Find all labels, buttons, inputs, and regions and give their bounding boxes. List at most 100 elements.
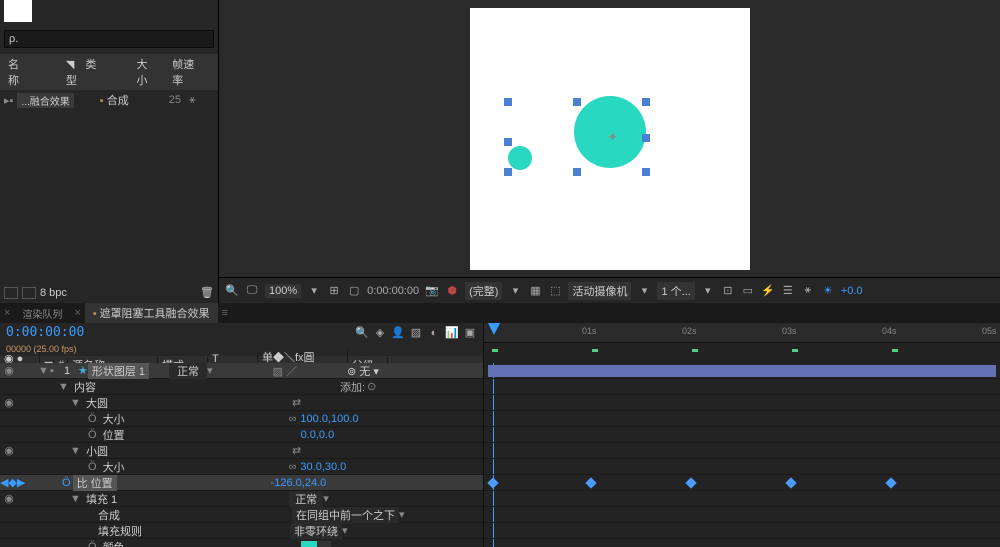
stopwatch-icon[interactable]: Ö — [62, 477, 71, 489]
views-dropdown[interactable]: 1 个... — [657, 282, 694, 300]
property-row[interactable]: 填充规则 非零环绕▾ — [0, 523, 483, 539]
chevron-down-icon[interactable]: ▾ — [637, 284, 651, 298]
exposure-value[interactable]: +0.0 — [841, 285, 863, 297]
selection-handle[interactable] — [642, 134, 650, 142]
layer-row[interactable]: ◉ ▼ ▪ 1 ★ 形状图层 1 正常▾ ▨ ／ ⊚ 无 ▾ — [0, 363, 483, 379]
keyframe[interactable] — [685, 477, 696, 488]
prop-value[interactable]: 0.0,0.0 — [301, 429, 335, 441]
property-row[interactable]: 合成 在同组中前一个之下▾ — [0, 507, 483, 523]
layer-list: ◉ ▼ ▪ 1 ★ 形状图层 1 正常▾ ▨ ／ ⊚ 无 ▾ ▼ 内容 添加: … — [0, 363, 484, 547]
keyframe[interactable] — [885, 477, 896, 488]
selection-handle[interactable] — [504, 168, 512, 176]
prop-value[interactable]: 100.0,100.0 — [300, 413, 358, 425]
close-tab-icon[interactable]: × — [74, 307, 80, 319]
panel-menu-icon[interactable]: ≡ — [222, 307, 228, 319]
composition-canvas[interactable]: ✦ — [470, 8, 750, 270]
keyframe[interactable] — [487, 477, 498, 488]
project-search-input[interactable]: ρ. — [4, 30, 214, 48]
color-swatch[interactable] — [301, 541, 317, 547]
selection-handle[interactable] — [642, 98, 650, 106]
timeline-tracks[interactable] — [484, 363, 1000, 547]
col-size[interactable]: 大小 — [136, 56, 156, 88]
property-row[interactable]: ◉▼ 大圆 ⇄ — [0, 395, 483, 411]
tab-composition[interactable]: ▪ 遮罩阻塞工具融合效果 — [85, 303, 218, 323]
layer-name[interactable]: 形状图层 1 — [88, 363, 149, 379]
property-row[interactable]: ▼ 内容 添加: ⊙ — [0, 379, 483, 395]
shy-icon[interactable]: 👤 — [391, 326, 405, 340]
stopwatch-icon[interactable]: Ö — [88, 461, 97, 473]
new-comp-icon[interactable] — [4, 287, 18, 299]
expand-toggle[interactable]: ▼ — [38, 365, 50, 377]
preview-time[interactable]: 0:00:00:00 — [367, 285, 419, 297]
camera-dropdown[interactable]: 活动摄像机 — [568, 282, 631, 300]
pixel-aspect-icon[interactable]: ▭ — [741, 284, 755, 298]
search-icon[interactable]: 🔍 — [355, 326, 369, 340]
property-row[interactable]: ◉▼ 填充 1 正常▾ — [0, 491, 483, 507]
viewer[interactable]: ✦ — [219, 0, 1000, 277]
stopwatch-icon[interactable]: Ö — [88, 541, 97, 547]
stopwatch-icon[interactable]: Ö — [88, 429, 97, 441]
property-row[interactable]: Ö 位置 0.0,0.0 — [0, 427, 483, 443]
property-row[interactable]: ◉▼ 小圆 ⇄ — [0, 443, 483, 459]
selection-handle[interactable] — [573, 98, 581, 106]
zoom-dropdown[interactable]: 100% — [265, 284, 301, 298]
small-circle-shape[interactable] — [508, 146, 532, 170]
monitor-icon[interactable]: 🖵 — [245, 284, 259, 298]
new-folder-icon[interactable] — [22, 287, 36, 299]
grid-icon[interactable]: ⊞ — [327, 284, 341, 298]
add-menu-icon[interactable]: ⊙ — [367, 380, 376, 393]
flowchart-icon[interactable]: ⚹ — [801, 284, 815, 298]
draft3d-icon[interactable]: ▣ — [463, 326, 477, 340]
graph-icon[interactable]: 📊 — [445, 326, 459, 340]
property-row[interactable]: ◀◆▶ Ö 比 位置 -126.0,24.0 — [0, 475, 483, 491]
comp-thumbnail[interactable] — [4, 0, 32, 22]
work-area[interactable] — [484, 343, 1000, 363]
keyframe[interactable] — [785, 477, 796, 488]
current-time[interactable]: 0:00:00:00 — [6, 325, 84, 340]
mask-icon[interactable]: ▢ — [347, 284, 361, 298]
view-icon[interactable]: ⊡ — [721, 284, 735, 298]
exposure-icon[interactable]: ☀ — [821, 284, 835, 298]
keyframe-nav[interactable]: ◀◆▶ — [0, 476, 6, 489]
property-row[interactable]: Ö 大小 ∞ 30.0,30.0 — [0, 459, 483, 475]
trash-icon[interactable]: 🗑 — [200, 286, 214, 299]
col-name[interactable]: 名称 — [8, 56, 28, 88]
eyedropper-icon[interactable]: → — [317, 541, 331, 547]
dropdown[interactable]: 在同组中前一个之下 — [292, 507, 399, 523]
visibility-toggle[interactable]: ◉ — [0, 364, 18, 377]
selection-handle[interactable] — [642, 168, 650, 176]
color-mgmt-icon[interactable]: ⬢ — [445, 284, 459, 298]
selection-handle[interactable] — [504, 98, 512, 106]
prop-value[interactable]: -126.0,24.0 — [271, 477, 327, 489]
quality-dropdown[interactable]: (完整) — [465, 282, 502, 300]
flowchart-icon[interactable]: ⚹ — [189, 94, 196, 107]
project-item-row[interactable]: ▸▪ ...融合效果 ▪ 合成 25 ⚹ — [0, 90, 218, 110]
playhead[interactable] — [488, 323, 500, 335]
property-row[interactable]: Ö 大小 ∞ 100.0,100.0 — [0, 411, 483, 427]
snapshot-icon[interactable]: 📷 — [425, 284, 439, 298]
stopwatch-icon[interactable]: Ö — [88, 413, 97, 425]
dropdown[interactable]: 非零环绕 — [290, 523, 342, 539]
chevron-down-icon[interactable]: ▾ — [508, 284, 522, 298]
fast-preview-icon[interactable]: ⚡ — [761, 284, 775, 298]
magnify-icon[interactable]: 🔍 — [225, 284, 239, 298]
tab-render-queue[interactable]: 渲染队列 — [14, 304, 70, 323]
bpc-toggle[interactable]: 8 bpc — [40, 287, 67, 299]
keyframe[interactable] — [585, 477, 596, 488]
timeline-icon[interactable]: ☰ — [781, 284, 795, 298]
property-row[interactable]: Ö 颜色 → — [0, 539, 483, 547]
selection-handle[interactable] — [504, 138, 512, 146]
time-ruler[interactable]: 01s 02s 03s 04s 05s — [484, 323, 1000, 343]
frame-blend-icon[interactable]: ▨ — [409, 326, 423, 340]
col-fps[interactable]: 帧速率 — [172, 56, 202, 88]
comp-mini-icon[interactable]: ◈ — [373, 326, 387, 340]
selection-handle[interactable] — [573, 168, 581, 176]
alpha-icon[interactable]: ⬚ — [548, 284, 562, 298]
chevron-down-icon[interactable]: ▾ — [701, 284, 715, 298]
layer-bar[interactable] — [488, 365, 996, 377]
prop-value[interactable]: 30.0,30.0 — [300, 461, 346, 473]
chevron-down-icon[interactable]: ▾ — [307, 284, 321, 298]
close-tab-icon[interactable]: × — [4, 307, 10, 319]
roi-icon[interactable]: ▦ — [528, 284, 542, 298]
motion-blur-icon[interactable]: ◐ — [427, 326, 441, 340]
